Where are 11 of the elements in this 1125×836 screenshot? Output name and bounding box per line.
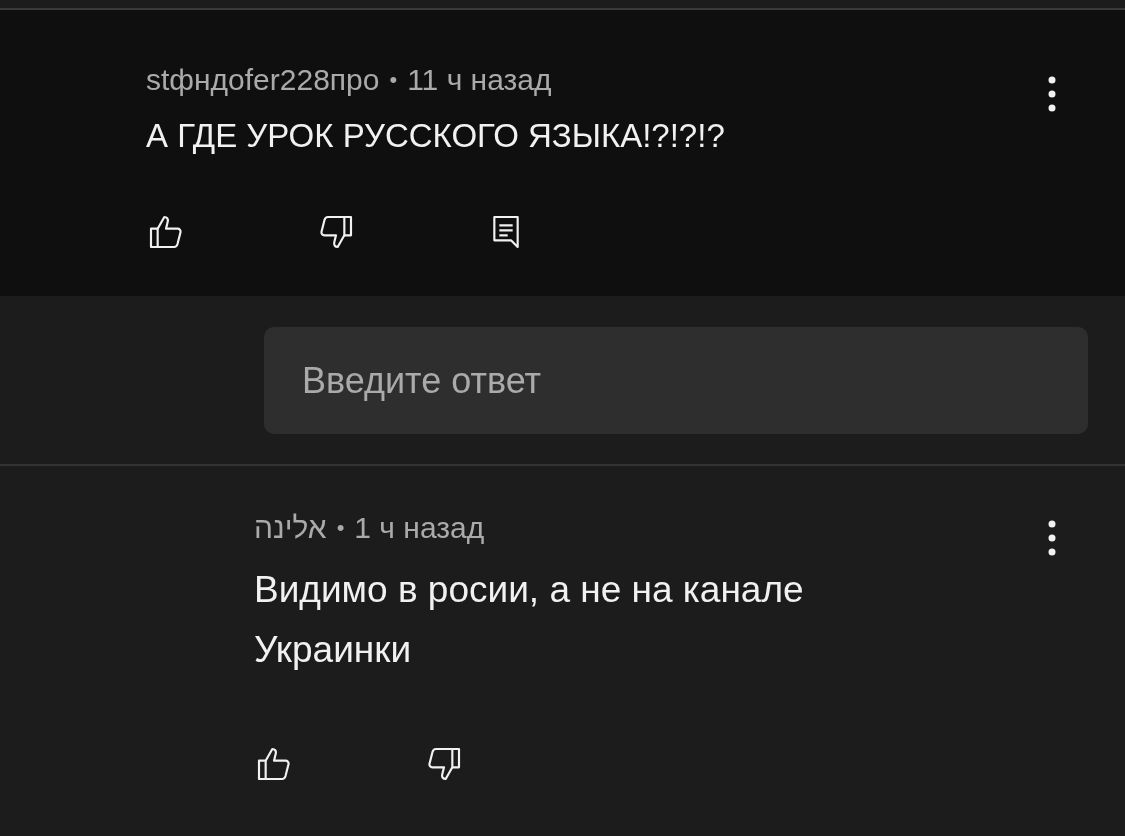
comment-time: 1 ч назад	[354, 510, 485, 546]
comment-text: Видимо в росии, а не на канале Украинки	[254, 568, 805, 672]
more-options-icon[interactable]	[1047, 74, 1057, 114]
comment-time: 11 ч назад	[407, 62, 552, 98]
separator-dot: •	[336, 514, 345, 542]
reply-field[interactable]: Введите ответ	[264, 327, 1088, 434]
separator-dot: •	[389, 66, 398, 94]
comment-author[interactable]: stфндofer228про	[146, 58, 380, 102]
comment-text: А ГДЕ УРОК РУССКОГО ЯЗЫКА!?!?!?	[146, 116, 726, 156]
more-options-icon[interactable]	[1047, 518, 1057, 558]
comment-author[interactable]: אלינה	[254, 506, 327, 550]
